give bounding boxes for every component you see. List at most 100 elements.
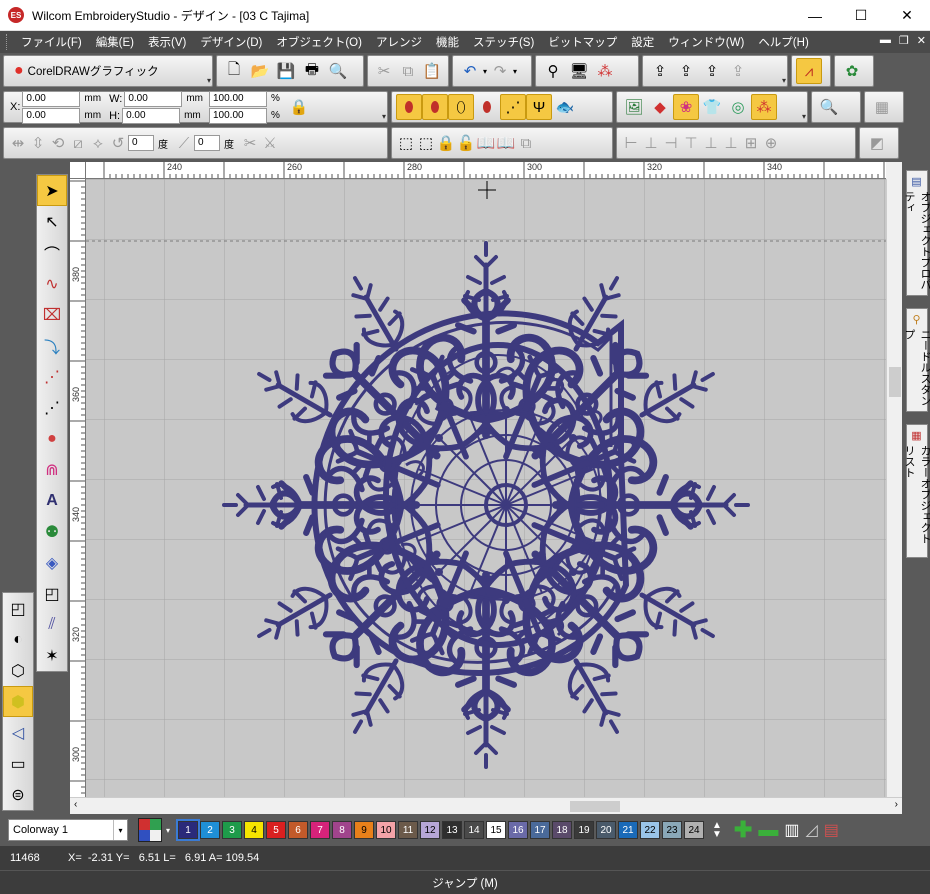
- color-chip[interactable]: 23: [662, 821, 683, 839]
- tab-needle-stamp[interactable]: ⚲ ニードルスタンプ: [903, 308, 930, 412]
- print-button[interactable]: 🖶: [299, 58, 325, 84]
- hoop-tool[interactable]: ⊜: [3, 779, 33, 810]
- color-chip[interactable]: 6: [288, 821, 309, 839]
- select-tool[interactable]: ➤: [37, 175, 67, 206]
- arc-tool[interactable]: ⌒: [37, 237, 67, 268]
- chip-scroll-down-icon[interactable]: ▼: [712, 830, 722, 840]
- applique-button[interactable]: ❀: [673, 94, 699, 120]
- picture-button[interactable]: 🖼: [621, 94, 647, 120]
- satin-button[interactable]: ⬮: [396, 94, 422, 120]
- toolbar-options-icon[interactable]: ▾: [802, 112, 806, 121]
- triangle-tool[interactable]: ◁: [3, 717, 33, 748]
- horizontal-scrollbar[interactable]: ‹ ›: [70, 797, 902, 814]
- menu-functions[interactable]: 機能: [429, 34, 466, 50]
- menu-view[interactable]: 表示(V): [141, 34, 193, 50]
- scroll-left-icon[interactable]: ‹: [74, 799, 77, 810]
- hexagon-tool[interactable]: ⬡: [3, 655, 33, 686]
- toolbar-options-icon[interactable]: ▾: [782, 76, 786, 85]
- x-field[interactable]: 0.00: [22, 90, 81, 107]
- fill-button[interactable]: ⬮: [474, 94, 500, 120]
- top-ruler[interactable]: 240 260 280 300 320 340: [86, 162, 886, 179]
- app-icon[interactable]: ES: [8, 7, 24, 23]
- monogram-button[interactable]: ◎: [725, 94, 751, 120]
- hole-tool[interactable]: ◐: [3, 624, 33, 655]
- column-tool[interactable]: ⌧: [37, 299, 67, 330]
- color-chip[interactable]: 21: [618, 821, 639, 839]
- unlock-button[interactable]: 🔓: [456, 130, 476, 156]
- book-alt-button[interactable]: 📖: [496, 130, 516, 156]
- rotate-left-button[interactable]: ↺: [108, 130, 128, 156]
- chip-scroll[interactable]: ▲ ▼: [712, 821, 722, 840]
- toolbar-options-icon[interactable]: ▾: [382, 112, 386, 121]
- lock-proportions-button[interactable]: 🔒: [286, 94, 312, 120]
- menu-settings[interactable]: 設定: [624, 34, 661, 50]
- group-button[interactable]: ⬚: [396, 130, 416, 156]
- plant-button[interactable]: ✿: [839, 58, 865, 84]
- minimize-button[interactable]: —: [792, 0, 838, 31]
- lines-tool[interactable]: ⫽: [37, 609, 67, 640]
- maximize-button[interactable]: ☐: [838, 0, 884, 31]
- wrap-button[interactable]: ⧉: [516, 130, 536, 156]
- team-names-tool[interactable]: ⚉: [37, 516, 67, 547]
- color-chip[interactable]: 8: [332, 821, 353, 839]
- color-dots-button[interactable]: ⁂: [592, 58, 618, 84]
- align-middle-button[interactable]: ⊥: [701, 130, 721, 156]
- menu-grip[interactable]: [6, 34, 10, 50]
- menu-file[interactable]: ファイル(F): [14, 34, 89, 50]
- close-button[interactable]: ✕: [884, 0, 930, 31]
- color-chip[interactable]: 5: [266, 821, 287, 839]
- menu-arrange[interactable]: アレンジ: [369, 34, 429, 50]
- sparkle-tool[interactable]: ✶: [37, 640, 67, 671]
- skew-angle-button[interactable]: ⟋: [174, 130, 194, 156]
- color-chip[interactable]: 7: [310, 821, 331, 839]
- monogram-tool[interactable]: ◈: [37, 547, 67, 578]
- align-bottom-button[interactable]: ⊥: [721, 130, 741, 156]
- reshape-tool[interactable]: ↖: [37, 206, 67, 237]
- mdi-close-icon[interactable]: ✕: [917, 34, 926, 47]
- design-canvas[interactable]: [86, 179, 886, 797]
- mirror-h-button[interactable]: ⇹: [8, 130, 28, 156]
- send-button-3[interactable]: ⇪: [699, 58, 725, 84]
- chevron-down-icon[interactable]: ▾: [113, 820, 127, 840]
- coreldraw-button[interactable]: ● CorelDRAWグラフィック: [8, 62, 165, 80]
- applique-tool[interactable]: ⋒: [37, 454, 67, 485]
- toolbar-options-icon[interactable]: ▾: [207, 76, 211, 85]
- mirror-v-button[interactable]: ⇳: [28, 130, 48, 156]
- ungroup-button[interactable]: ⬚: [416, 130, 436, 156]
- scroll-right-icon[interactable]: ›: [895, 799, 898, 810]
- align-left-button[interactable]: ⊢: [621, 130, 641, 156]
- rotate-angle-field[interactable]: 0: [128, 135, 154, 151]
- redo-button[interactable]: ↷: [487, 58, 513, 84]
- show-stitches-button[interactable]: ⩘: [796, 58, 822, 84]
- menu-help[interactable]: ヘルプ(H): [751, 34, 815, 50]
- tatami-button[interactable]: ⬮: [422, 94, 448, 120]
- redo-dropdown-icon[interactable]: ▾: [513, 67, 517, 76]
- needle-button[interactable]: ⚲: [540, 58, 566, 84]
- left-ruler[interactable]: 380 360 340 320 300: [70, 179, 86, 797]
- skew-angle-field[interactable]: 0: [194, 135, 220, 151]
- remove-color-icon[interactable]: ▬: [758, 819, 778, 842]
- run-line-tool[interactable]: ⋰: [37, 361, 67, 392]
- freehand-tool[interactable]: ∿: [37, 268, 67, 299]
- menu-stitch[interactable]: ステッチ(S): [466, 34, 541, 50]
- fish-button[interactable]: 🐟: [552, 94, 578, 120]
- scale-w-field[interactable]: 100.00: [209, 90, 267, 107]
- triple-run-tool[interactable]: ⋰: [37, 392, 67, 423]
- color-chip[interactable]: 24: [684, 821, 705, 839]
- paste-button[interactable]: 📋: [420, 58, 444, 84]
- undo-button[interactable]: ↶: [457, 58, 483, 84]
- line-tool[interactable]: ▭: [3, 748, 33, 779]
- shape-tool[interactable]: ◰: [3, 593, 33, 624]
- align-right-button[interactable]: ⊣: [661, 130, 681, 156]
- color-chip[interactable]: 10: [376, 821, 397, 839]
- run-button[interactable]: ⋰: [500, 94, 526, 120]
- shapes-button[interactable]: ◆: [647, 94, 673, 120]
- add-color-icon[interactable]: ✚: [734, 817, 752, 843]
- color-spectrum-icon[interactable]: ▤: [824, 820, 839, 840]
- tab-color-object-list[interactable]: ▦ カラーオブジェクトリスト: [903, 424, 930, 558]
- menu-edit[interactable]: 編集(E): [89, 34, 141, 50]
- offset-tool[interactable]: ◰: [37, 578, 67, 609]
- palette-grid-button[interactable]: [138, 818, 162, 842]
- color-circles-button[interactable]: ⁂: [751, 94, 777, 120]
- h-field[interactable]: 0.00: [122, 107, 181, 124]
